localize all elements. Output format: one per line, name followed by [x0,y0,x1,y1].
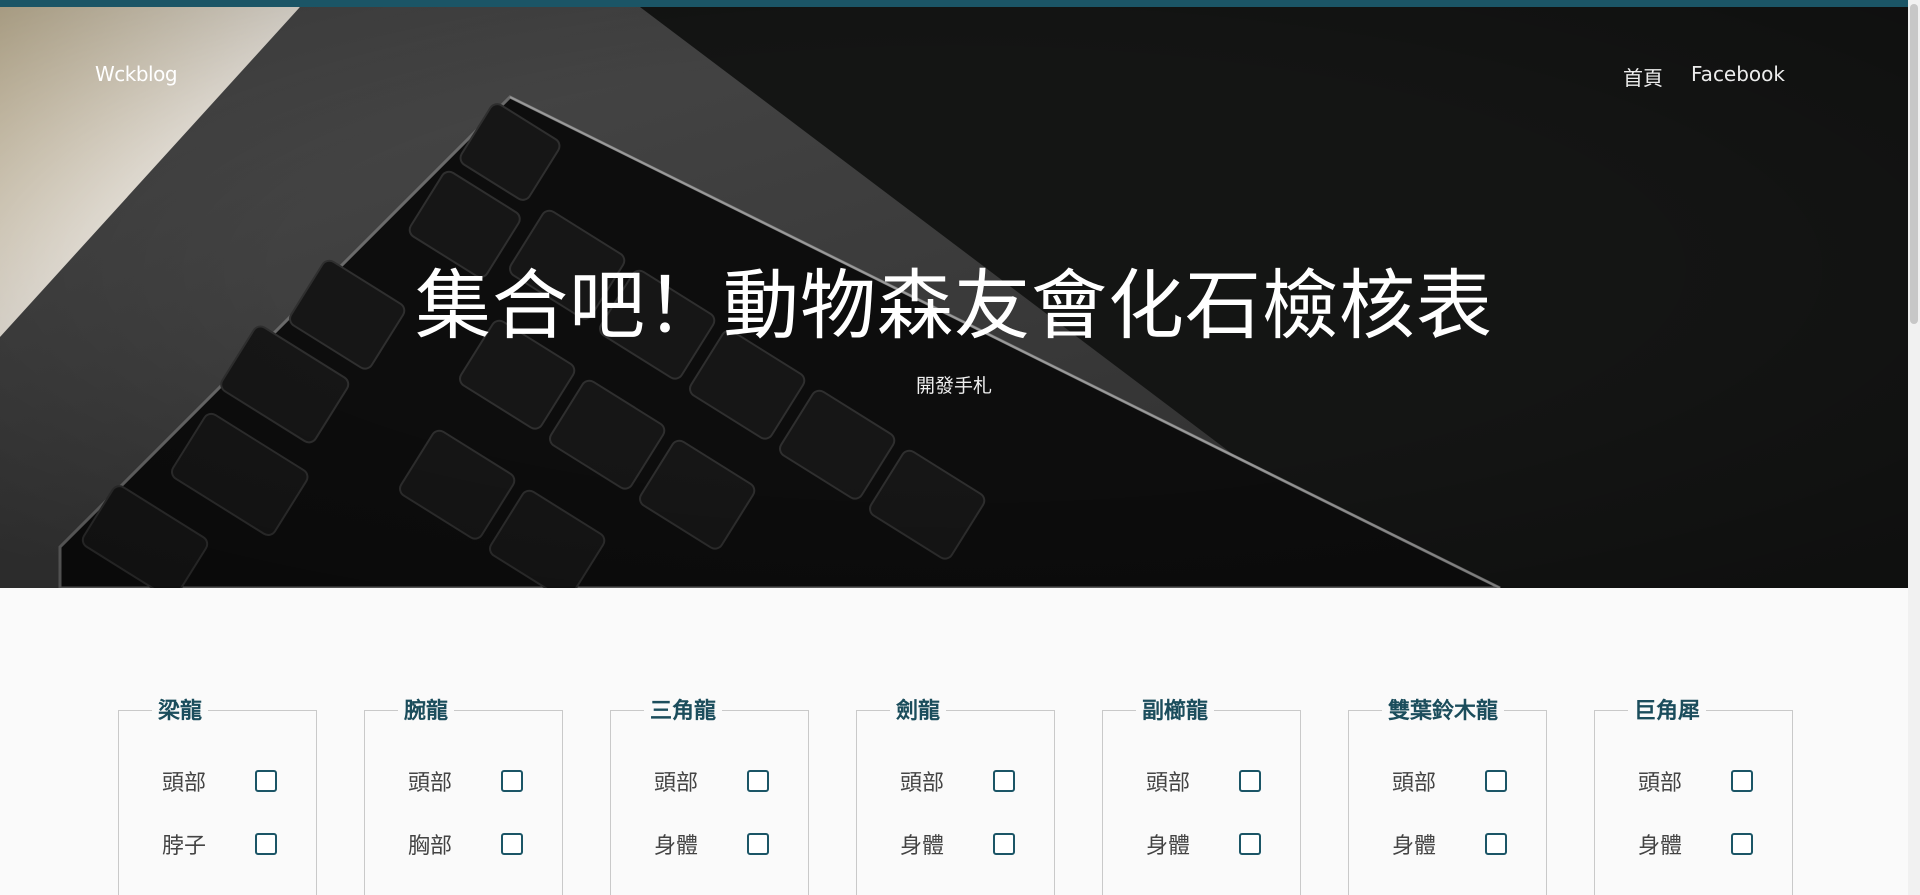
part-label: 頭部 [1392,771,1437,796]
part-label: 身體 [1638,834,1683,859]
fossil-card-triceratops: 三角龍 頭部 身體 [610,693,809,895]
fossil-name: 腕龍 [398,693,455,725]
part-label: 頭部 [162,771,207,796]
nav-item-facebook[interactable]: Facebook [1691,62,1785,91]
fossil-part-row: 頭部 [1638,765,1753,797]
fossil-name: 雙葉鈴木龍 [1382,693,1505,725]
part-checkbox[interactable] [255,833,277,855]
fossil-part-row: 身體 [1146,828,1261,860]
fossil-part-row: 頭部 [900,765,1015,797]
scrollbar-thumb[interactable] [1910,4,1918,324]
part-label: 胸部 [408,834,453,859]
fossil-card-megacerops: 巨角犀 頭部 身體 [1594,693,1793,895]
part-checkbox[interactable] [501,770,523,792]
fossil-part-row: 頭部 [1392,765,1507,797]
fossil-name: 副櫛龍 [1136,693,1215,725]
fossil-part-row: 身體 [1638,828,1753,860]
hero-header: Wckblog 首頁 Facebook 集合吧！動物森友會化石檢核表 開發手札 [0,7,1908,588]
part-checkbox[interactable] [993,770,1015,792]
fossil-card-parasaurolophus: 副櫛龍 頭部 身體 [1102,693,1301,895]
part-label: 身體 [1392,834,1437,859]
brand-link[interactable]: Wckblog [95,62,178,86]
part-checkbox[interactable] [747,833,769,855]
fossil-card-brachiosaurus: 腕龍 頭部 胸部 [364,693,563,895]
part-checkbox[interactable] [255,770,277,792]
part-checkbox[interactable] [1239,770,1261,792]
fossil-name: 三角龍 [644,693,723,725]
nav-item-home[interactable]: 首頁 [1623,62,1663,91]
part-checkbox[interactable] [1485,770,1507,792]
fossil-card-stegosaurus: 劍龍 頭部 身體 [856,693,1055,895]
fossil-part-row: 身體 [654,828,769,860]
part-label: 脖子 [162,834,207,859]
part-checkbox[interactable] [1731,833,1753,855]
fossil-part-row: 胸部 [408,828,523,860]
fossil-name: 梁龍 [152,693,209,725]
part-label: 身體 [1146,834,1191,859]
page-subtitle: 開發手札 [915,375,992,397]
top-accent-bar [0,0,1908,7]
fossil-part-row: 身體 [1392,828,1507,860]
part-label: 頭部 [654,771,699,796]
fossil-checklist: 梁龍 頭部 脖子 腕龍 頭部 胸部 三角龍 頭部 身體 劍龍 頭部 身體 副櫛龍… [118,693,1793,895]
part-checkbox[interactable] [1239,833,1261,855]
page-title: 集合吧！動物森友會化石檢核表 [415,261,1493,350]
fossil-name: 巨角犀 [1628,693,1707,725]
part-checkbox[interactable] [993,833,1015,855]
fossil-name: 劍龍 [890,693,947,725]
fossil-part-row: 頭部 [162,765,277,797]
part-label: 頭部 [1146,771,1191,796]
fossil-part-row: 身體 [900,828,1015,860]
part-label: 身體 [900,834,945,859]
part-label: 頭部 [408,771,453,796]
part-checkbox[interactable] [501,833,523,855]
part-checkbox[interactable] [1485,833,1507,855]
part-checkbox[interactable] [1731,770,1753,792]
part-label: 頭部 [1638,771,1683,796]
fossil-card-plesiosaur: 雙葉鈴木龍 頭部 身體 [1348,693,1547,895]
page-scrollbar[interactable] [1908,0,1920,895]
fossil-part-row: 脖子 [162,828,277,860]
top-nav: 首頁 Facebook [1623,62,1785,91]
part-label: 頭部 [900,771,945,796]
fossil-card-diplodocus: 梁龍 頭部 脖子 [118,693,317,895]
part-checkbox[interactable] [747,770,769,792]
fossil-part-row: 頭部 [654,765,769,797]
fossil-part-row: 頭部 [408,765,523,797]
part-label: 身體 [654,834,699,859]
fossil-part-row: 頭部 [1146,765,1261,797]
